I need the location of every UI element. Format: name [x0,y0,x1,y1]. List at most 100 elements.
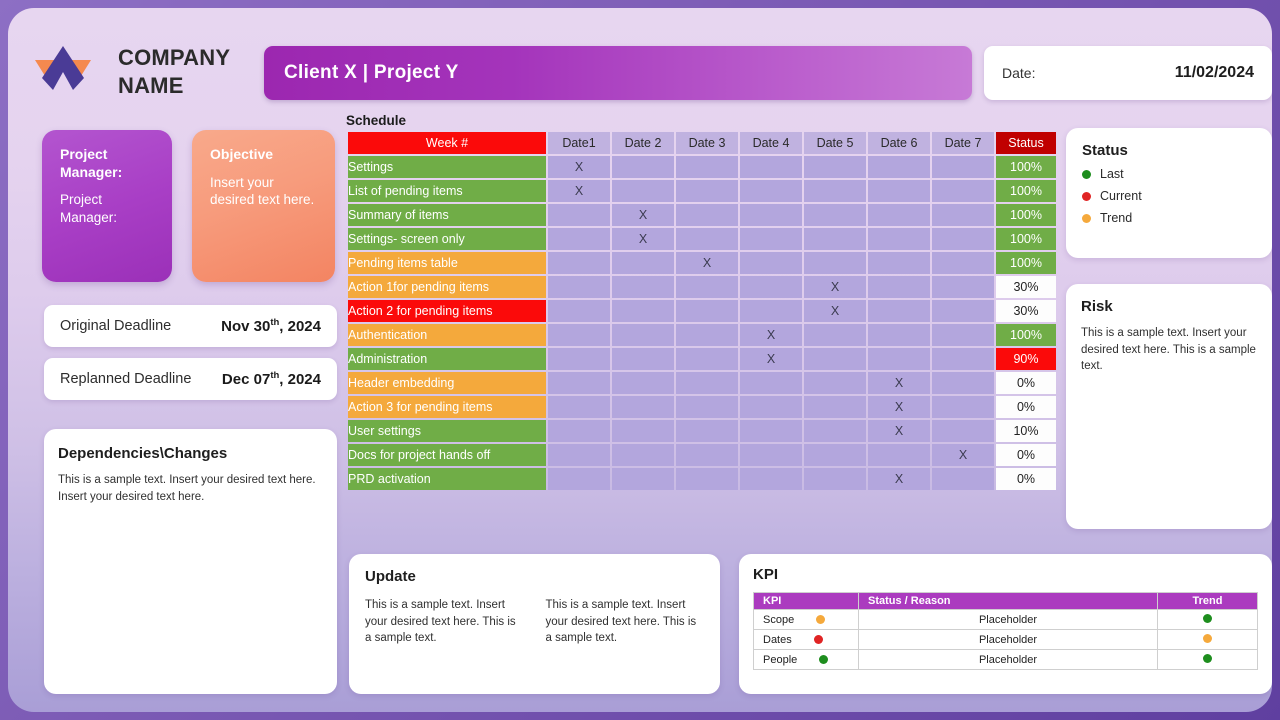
schedule-col-status: Status [996,132,1056,154]
schedule-empty-cell [612,180,674,202]
schedule-col-date-2: Date 2 [612,132,674,154]
schedule-empty-cell [804,204,866,226]
dependencies-title: Dependencies\Changes [58,445,321,462]
schedule-mark-cell: X [676,252,738,274]
schedule-empty-cell [804,420,866,442]
kpi-name-cell: Scope [754,610,859,630]
schedule-task-label: Administration [348,348,546,370]
schedule-mark-cell: X [868,468,930,490]
schedule-empty-cell [932,180,994,202]
schedule-task-label: Settings- screen only [348,228,546,250]
schedule-status-cell: 10% [996,420,1056,442]
schedule-mark-cell: X [740,348,802,370]
schedule-mark-cell: X [804,276,866,298]
schedule-empty-cell [740,180,802,202]
company-name: COMPANY NAME [118,44,268,99]
schedule-status-cell: 0% [996,372,1056,394]
schedule-row: Pending items tableX100% [348,252,1056,274]
objective-body: Insert your desired text here. [210,174,319,209]
schedule-empty-cell [612,300,674,322]
schedule-empty-cell [932,204,994,226]
company-logo-icon [32,44,94,96]
schedule-mark-cell: X [868,372,930,394]
schedule-task-label: Pending items table [348,252,546,274]
schedule-col-date-4: Date 4 [740,132,802,154]
schedule-empty-cell [612,396,674,418]
schedule-mark-cell: X [868,420,930,442]
dependencies-card: Dependencies\Changes This is a sample te… [44,429,337,694]
schedule-empty-cell [740,396,802,418]
kpi-row: DatesPlaceholder [754,630,1258,650]
schedule-empty-cell [740,228,802,250]
original-deadline-value: Nov 30th, 2024 [221,317,321,335]
schedule-status-cell: 100% [996,156,1056,178]
schedule-col-date-5: Date 5 [804,132,866,154]
schedule-empty-cell [932,372,994,394]
schedule-row: Action 1for pending itemsX30% [348,276,1056,298]
project-title-bar: Client X | Project Y [264,46,972,100]
kpi-trend-cell [1158,650,1258,670]
schedule-empty-cell [868,324,930,346]
schedule-empty-cell [804,324,866,346]
objective-tile: Objective Insert your desired text here. [192,130,335,282]
kpi-trend-cell [1158,630,1258,650]
schedule-empty-cell [548,348,610,370]
update-card: Update This is a sample text. Insert you… [349,554,720,694]
schedule-empty-cell [740,276,802,298]
schedule-empty-cell [740,204,802,226]
status-legend-item: Current [1082,189,1256,203]
schedule-empty-cell [548,300,610,322]
schedule-status-cell: 100% [996,228,1056,250]
status-legend-item: Last [1082,167,1256,181]
schedule-task-label: Action 1for pending items [348,276,546,298]
schedule-empty-cell [740,156,802,178]
schedule-col-date-7: Date 7 [932,132,994,154]
schedule-empty-cell [548,444,610,466]
schedule-task-label: List of pending items [348,180,546,202]
schedule-row: User settingsX10% [348,420,1056,442]
status-dot-icon [1082,214,1091,223]
schedule-empty-cell [548,396,610,418]
schedule-task-label: Settings [348,156,546,178]
schedule-empty-cell [932,276,994,298]
schedule-empty-cell [676,156,738,178]
kpi-row: ScopePlaceholder [754,610,1258,630]
status-dot-icon [1082,192,1091,201]
kpi-col-header: Trend [1158,593,1258,610]
kpi-name-label: People [763,654,797,666]
schedule-empty-cell [676,276,738,298]
date-box: Date: 11/02/2024 [984,46,1272,100]
schedule-row: Action 2 for pending itemsX30% [348,300,1056,322]
kpi-body: ScopePlaceholderDatesPlaceholderPeoplePl… [754,610,1258,670]
schedule-empty-cell [612,420,674,442]
schedule-empty-cell [868,444,930,466]
schedule-status-cell: 100% [996,180,1056,202]
schedule-empty-cell [548,252,610,274]
schedule-empty-cell [932,228,994,250]
schedule-status-cell: 30% [996,300,1056,322]
schedule-mark-cell: X [612,204,674,226]
schedule-task-label: Action 2 for pending items [348,300,546,322]
schedule-status-cell: 100% [996,204,1056,226]
schedule-empty-cell [932,348,994,370]
status-card-title: Status [1082,142,1256,159]
schedule-empty-cell [612,324,674,346]
schedule-empty-cell [932,252,994,274]
schedule-mark-cell: X [548,180,610,202]
kpi-table: KPIStatus / ReasonTrend ScopePlaceholder… [753,592,1258,670]
schedule-empty-cell [676,324,738,346]
kpi-status-dot-icon [814,635,823,644]
schedule-empty-cell [868,348,930,370]
kpi-trend-cell [1158,610,1258,630]
schedule-empty-cell [804,348,866,370]
schedule-row: AuthenticationX100% [348,324,1056,346]
schedule-empty-cell [868,180,930,202]
schedule-task-label: PRD activation [348,468,546,490]
schedule-empty-cell [676,180,738,202]
schedule-table: Week #Date1Date 2Date 3Date 4Date 5Date … [346,130,1058,492]
kpi-card: KPI KPIStatus / ReasonTrend ScopePlaceho… [739,554,1272,694]
project-manager-tile: Project Manager: Project Manager: [42,130,172,282]
status-legend-label: Current [1100,189,1142,203]
schedule-empty-cell [804,228,866,250]
kpi-trend-dot-icon [1203,634,1212,643]
